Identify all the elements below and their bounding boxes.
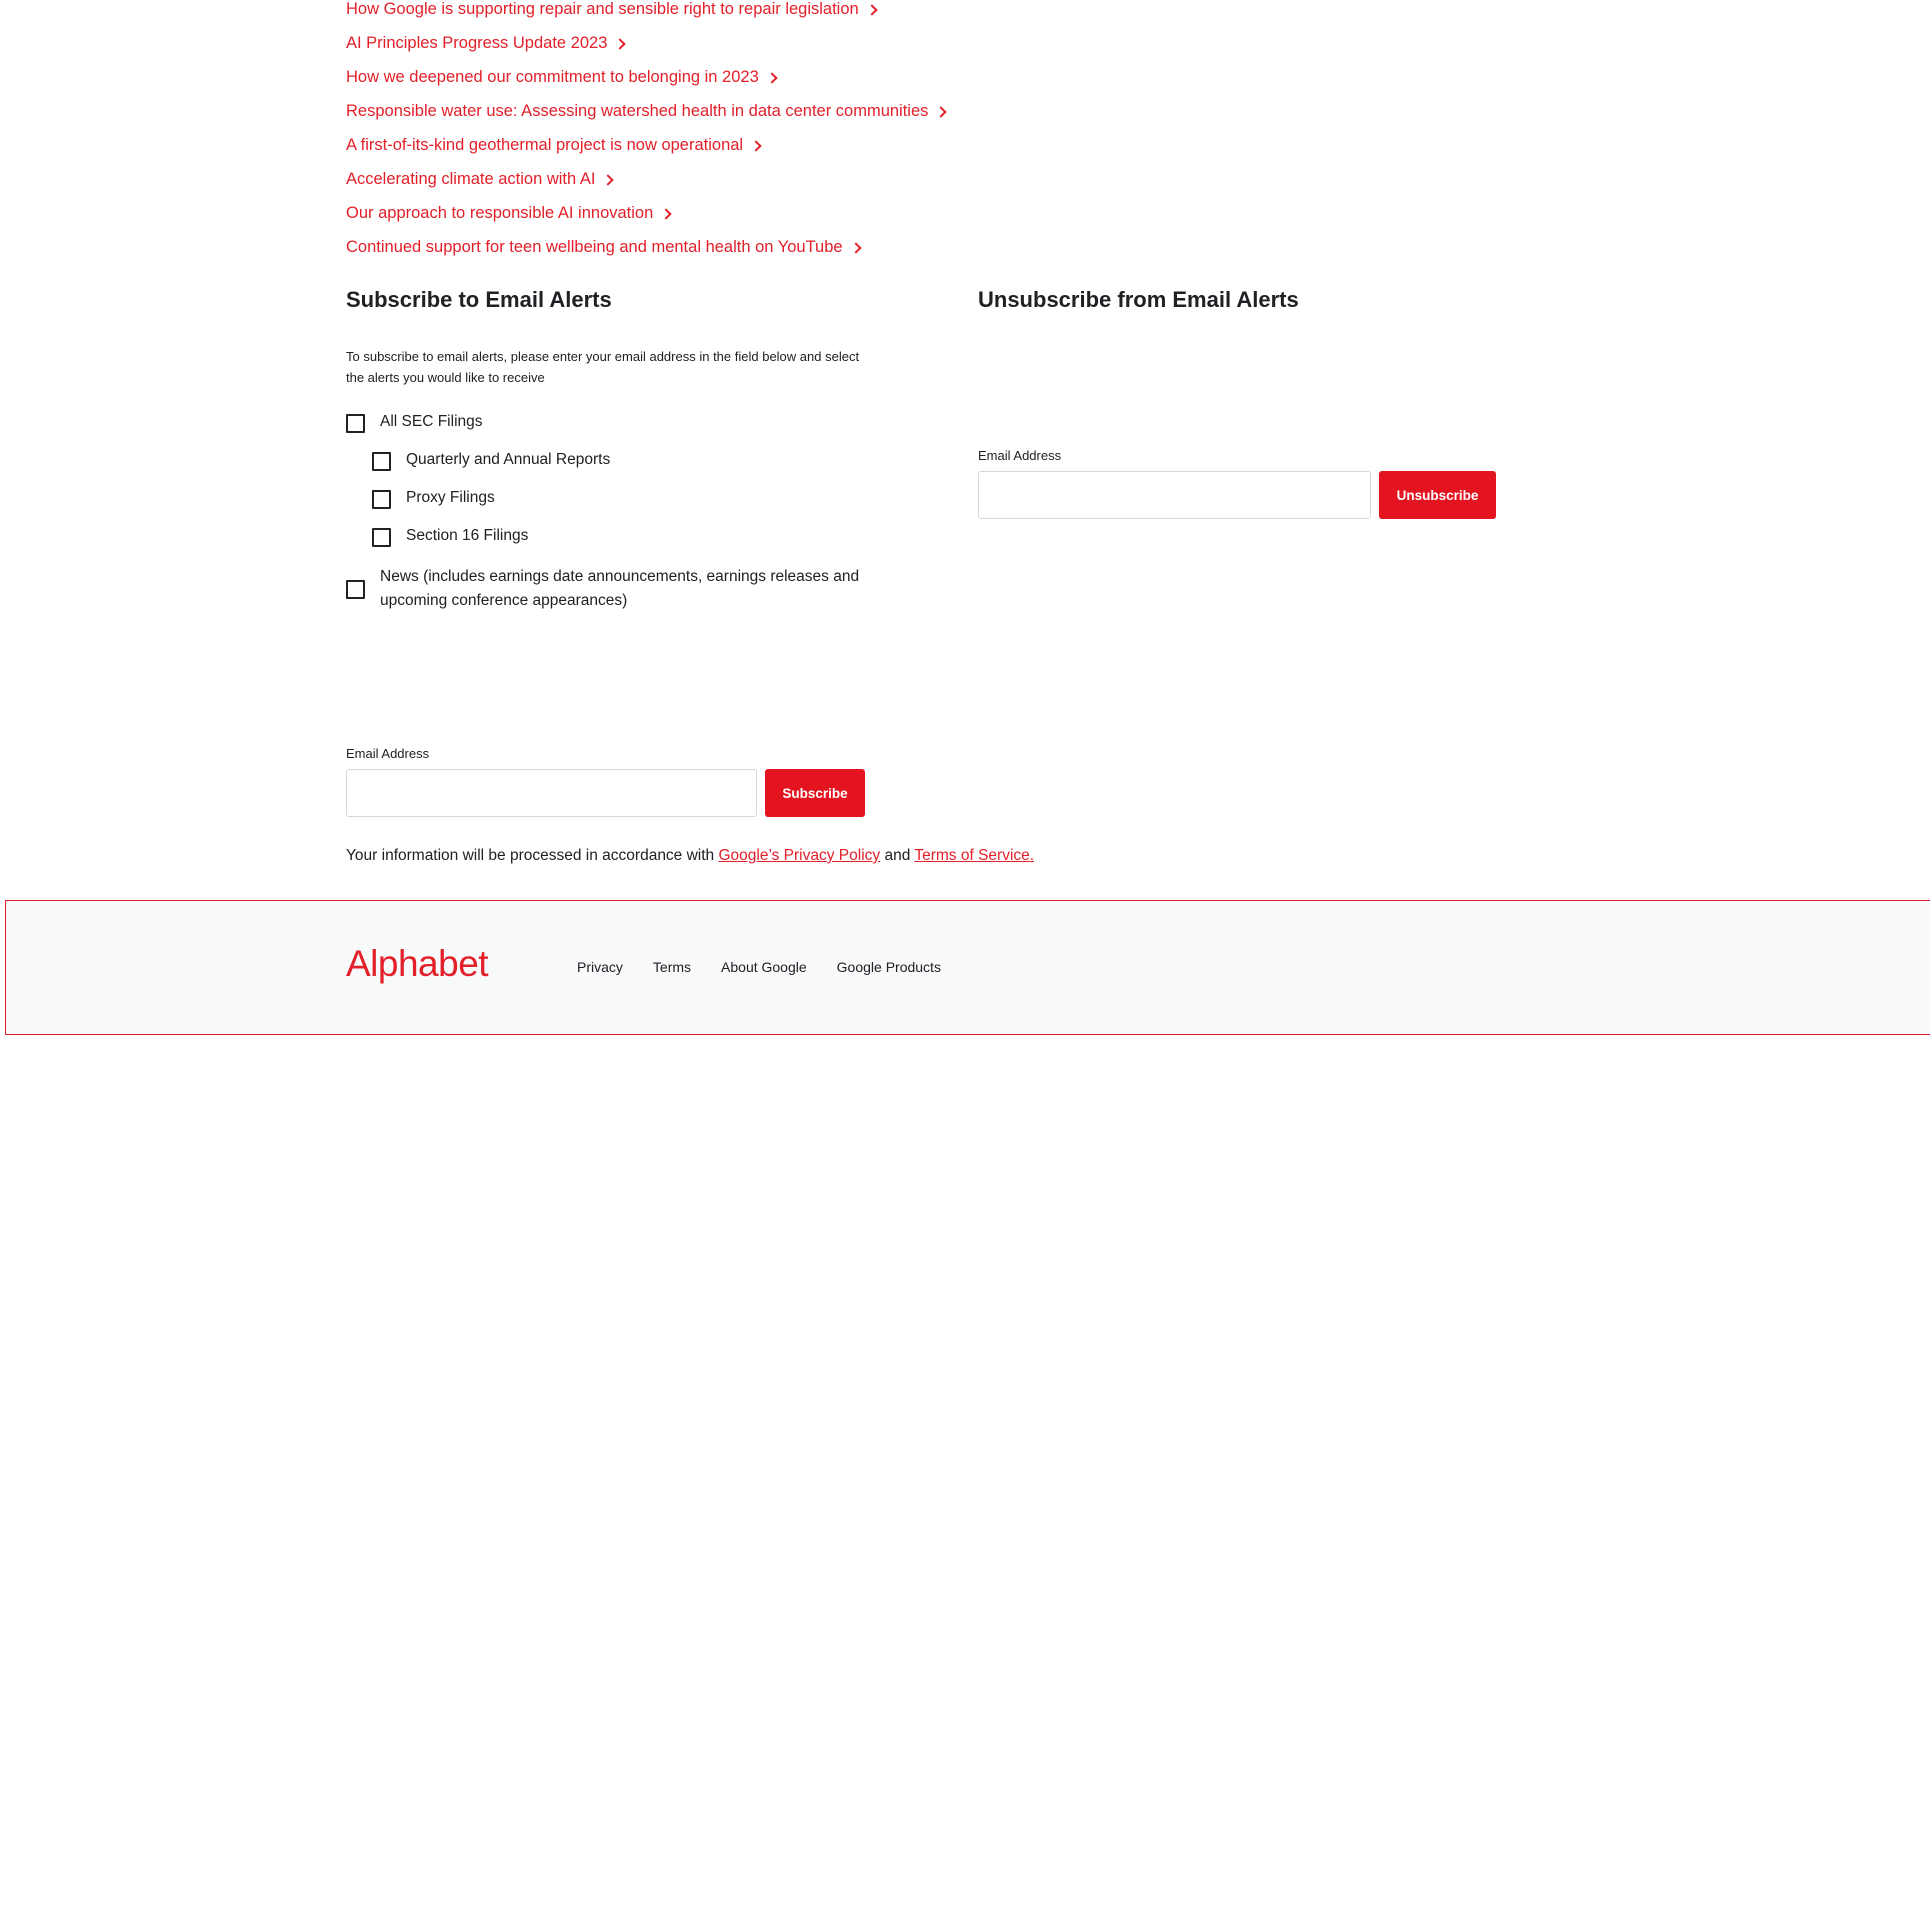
news-link-text[interactable]: How we deepened our commitment to belong…	[346, 68, 759, 87]
unsubscribe-button[interactable]: Unsubscribe	[1379, 471, 1496, 519]
news-link[interactable]: Responsible water use: Assessing watersh…	[346, 94, 1346, 128]
news-link[interactable]: How we deepened our commitment to belong…	[346, 60, 1346, 94]
subscribe-email-label: Email Address	[346, 746, 430, 761]
chevron-right-icon	[750, 139, 762, 152]
notice-text: Your information will be processed in ac…	[346, 847, 719, 864]
chevron-right-icon	[766, 71, 778, 84]
option-section-16-filings[interactable]: Section 16 Filings	[372, 524, 528, 548]
news-links-list: How Google is supporting repair and sens…	[346, 0, 1346, 264]
terms-of-service-link[interactable]: Terms of Service.	[914, 847, 1034, 864]
news-link-text[interactable]: Accelerating climate action with AI	[346, 170, 595, 189]
chevron-right-icon	[614, 37, 627, 50]
privacy-policy-link[interactable]: Google’s Privacy Policy	[718, 847, 880, 864]
option-label: News (includes earnings date announcemen…	[380, 568, 860, 609]
chevron-right-icon	[602, 173, 615, 186]
news-link[interactable]: How Google is supporting repair and sens…	[346, 0, 1346, 26]
checkbox[interactable]	[346, 414, 365, 433]
option-news[interactable]: News (includes earnings date announcemen…	[346, 565, 876, 613]
news-link[interactable]: Accelerating climate action with AI	[346, 162, 1346, 196]
subscribe-section: Subscribe to Email Alerts To subscribe t…	[346, 280, 886, 817]
checkbox[interactable]	[372, 528, 391, 547]
option-label: Proxy Filings	[406, 489, 495, 506]
option-label: All SEC Filings	[380, 413, 483, 430]
footer-link-privacy[interactable]: Privacy	[577, 959, 623, 975]
option-label: Section 16 Filings	[406, 527, 529, 544]
news-link[interactable]: Continued support for teen wellbeing and…	[346, 230, 1346, 264]
unsubscribe-email-input[interactable]	[978, 471, 1371, 519]
footer-link-google-products[interactable]: Google Products	[837, 959, 941, 975]
notice-text: and	[880, 847, 915, 864]
checkbox[interactable]	[372, 452, 391, 471]
option-label: Quarterly and Annual Reports	[406, 451, 611, 468]
news-link-text[interactable]: Our approach to responsible AI innovatio…	[346, 204, 653, 223]
subscribe-button[interactable]: Subscribe	[765, 769, 865, 817]
news-link-text[interactable]: How Google is supporting repair and sens…	[346, 0, 859, 19]
subscribe-title: Subscribe to Email Alerts	[346, 287, 612, 312]
chevron-right-icon	[935, 105, 948, 118]
news-link-text[interactable]: Responsible water use: Assessing watersh…	[346, 102, 928, 121]
footer-link-terms[interactable]: Terms	[653, 959, 691, 975]
footer: Alphabet Privacy Terms About Google Goog…	[5, 900, 1930, 1035]
news-link[interactable]: Our approach to responsible AI innovatio…	[346, 196, 1346, 230]
subscribe-email-input[interactable]	[346, 769, 757, 817]
chevron-right-icon	[660, 207, 672, 220]
option-all-sec-filings[interactable]: All SEC Filings	[346, 410, 483, 434]
footer-link-about-google[interactable]: About Google	[721, 959, 807, 975]
news-link[interactable]: A first-of-its-kind geothermal project i…	[346, 128, 1346, 162]
footer-links: Privacy Terms About Google Google Produc…	[577, 959, 971, 975]
option-proxy-filings[interactable]: Proxy Filings	[372, 486, 495, 510]
news-link-text[interactable]: AI Principles Progress Update 2023	[346, 34, 607, 53]
chevron-right-icon	[849, 241, 862, 254]
unsubscribe-section: Unsubscribe from Email Alerts Email Addr…	[978, 280, 1518, 519]
news-link-text[interactable]: A first-of-its-kind geothermal project i…	[346, 136, 743, 155]
news-link-text[interactable]: Continued support for teen wellbeing and…	[346, 238, 843, 257]
unsubscribe-title: Unsubscribe from Email Alerts	[978, 287, 1299, 312]
privacy-notice: Your information will be processed in ac…	[346, 847, 1034, 865]
checkbox[interactable]	[372, 490, 391, 509]
checkbox[interactable]	[346, 580, 365, 599]
unsubscribe-email-label: Email Address	[978, 448, 1062, 463]
chevron-right-icon	[866, 3, 878, 16]
option-quarterly-annual-reports[interactable]: Quarterly and Annual Reports	[372, 448, 610, 472]
news-link[interactable]: AI Principles Progress Update 2023	[346, 26, 1346, 60]
alphabet-logo[interactable]: Alphabet	[346, 943, 489, 985]
subscribe-intro: To subscribe to email alerts, please ent…	[346, 349, 860, 385]
